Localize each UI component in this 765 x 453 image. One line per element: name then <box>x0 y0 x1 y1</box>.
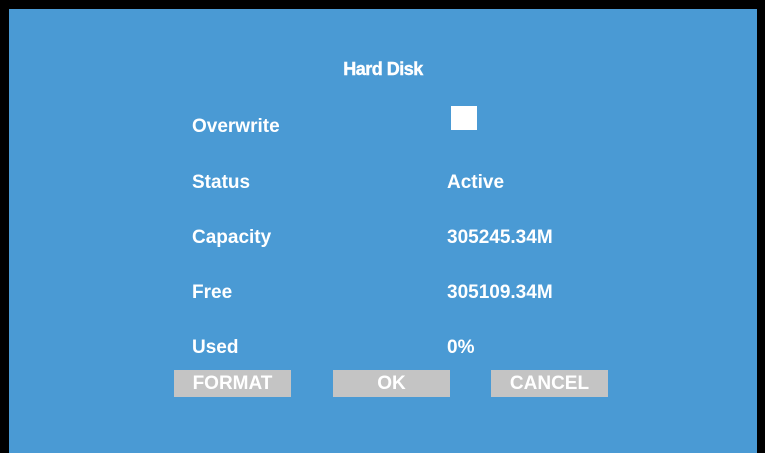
capacity-value: 305245.34M <box>447 227 553 248</box>
ok-button[interactable]: OK <box>333 370 450 397</box>
dialog-title: Hard Disk <box>343 59 423 79</box>
cancel-button[interactable]: CANCEL <box>491 370 608 397</box>
status-value: Active <box>447 172 505 193</box>
free-value: 305109.34M <box>447 282 553 303</box>
overwrite-checkbox[interactable] <box>451 106 477 130</box>
free-label: Free <box>192 282 233 303</box>
used-value: 0% <box>447 337 475 358</box>
format-button[interactable]: FORMAT <box>174 370 291 397</box>
capacity-label: Capacity <box>192 227 272 248</box>
overwrite-label: Overwrite <box>192 116 280 137</box>
used-label: Used <box>192 337 239 358</box>
hard-disk-dialog: Hard Disk Overwrite Status Active Capaci… <box>9 9 757 453</box>
status-label: Status <box>192 172 251 193</box>
